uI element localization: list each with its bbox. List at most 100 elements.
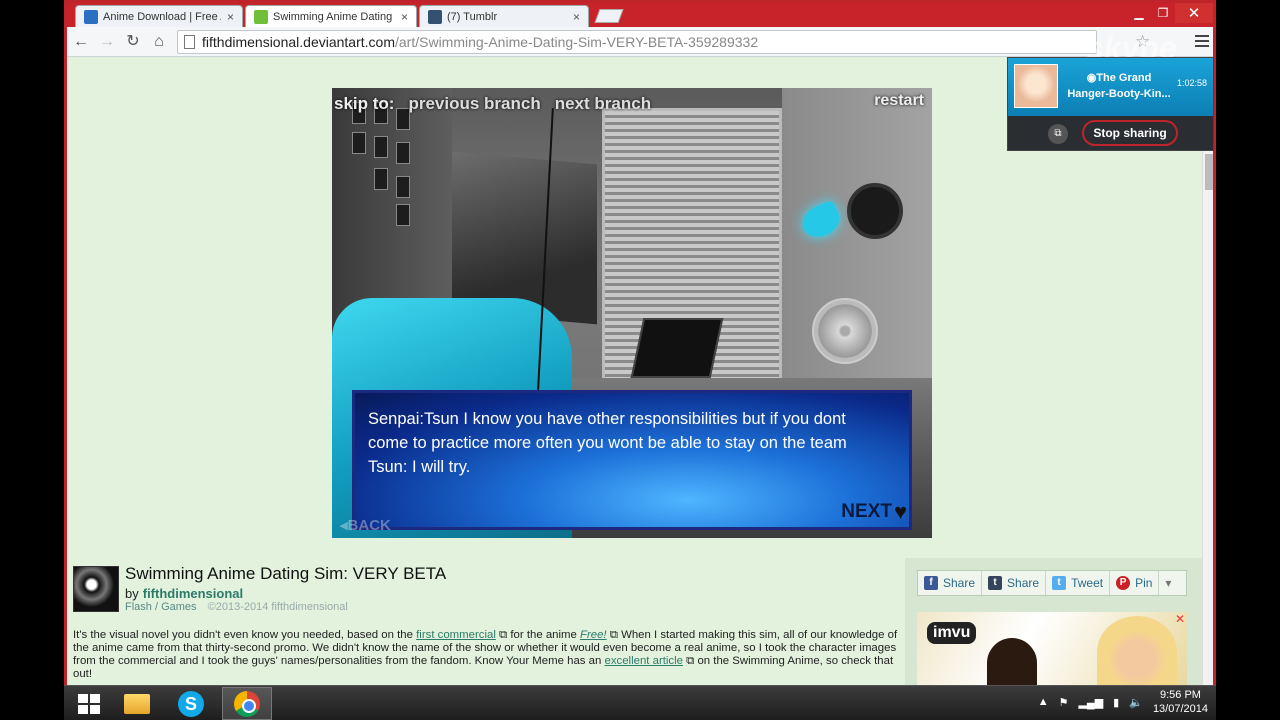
clock[interactable]: 9:56 PM 13/07/2014 <box>1153 688 1208 716</box>
skype-call-header: ◉The Grand Hanger-Booty-Kin... 1:02:58 <box>1008 58 1213 116</box>
ad-close-icon[interactable]: ✕ <box>1175 612 1185 626</box>
chrome-icon <box>234 690 260 717</box>
contact-status-icon: ◉ <box>1086 72 1097 84</box>
scene-photo <box>396 176 410 198</box>
skype-icon: S <box>178 690 204 717</box>
back-button[interactable]: ◂BACK <box>340 516 391 534</box>
byline: by fifthdimensional <box>125 586 243 601</box>
page-content: skip to: previous branch next branch resta… <box>67 58 1202 688</box>
tray-expand-icon[interactable]: ▲ <box>1038 696 1049 708</box>
tab-close-icon[interactable]: × <box>401 10 408 24</box>
author-link[interactable]: fifthdimensional <box>143 586 243 601</box>
facebook-share-button[interactable]: f Share <box>918 571 983 595</box>
desc-text: It's the visual novel you didn't even kn… <box>73 629 417 641</box>
screen-share-icon[interactable]: ⧉ <box>1048 124 1068 144</box>
category-games-link[interactable]: Games <box>161 601 196 613</box>
tumblr-share-button[interactable]: t Share <box>982 571 1047 595</box>
dialog-line: Senpai:Tsun I know you have other respon… <box>368 410 846 428</box>
new-tab-button[interactable] <box>594 9 624 23</box>
minimize-icon[interactable]: ▁ <box>1127 3 1151 23</box>
url-path: /art/Swimming-Anime-Dating-Sim-VERY-BETA… <box>395 34 759 50</box>
next-button[interactable]: NEXT ♥ <box>841 499 907 525</box>
tab-tumblr[interactable]: (7) Tumblr × <box>419 5 589 27</box>
menu-icon[interactable] <box>1195 35 1209 50</box>
address-bar[interactable]: fifthdimensional.deviantart.com/art/Swim… <box>177 30 1097 54</box>
taskbar-chrome[interactable] <box>222 687 272 720</box>
scene-fan <box>812 298 878 364</box>
pinterest-icon: P <box>1116 576 1131 590</box>
external-link-icon: ⧉ <box>683 655 695 667</box>
description: It's the visual novel you didn't even kn… <box>73 629 901 681</box>
tweet-button[interactable]: t Tweet <box>1046 571 1111 595</box>
first-commercial-link[interactable]: first commercial <box>416 629 496 641</box>
home-icon[interactable]: ⌂ <box>149 32 169 52</box>
share-more-dropdown[interactable]: ▾ <box>1159 571 1177 595</box>
action-center-icon[interactable]: ⚑ <box>1059 696 1069 709</box>
heart-icon: ♥ <box>893 499 907 524</box>
reload-icon[interactable]: ↻ <box>123 32 143 52</box>
close-window-icon[interactable]: ✕ <box>1175 3 1213 23</box>
tab-anime-download[interactable]: Anime Download | Free Ar × <box>75 5 243 27</box>
back-arrow-icon[interactable]: ← <box>71 32 91 52</box>
scene-photo <box>396 142 410 164</box>
ad-character <box>1097 616 1177 688</box>
tab-label: Anime Download | Free Ar <box>103 10 221 23</box>
copyright-text: ©2013-2014 fifthdimensional <box>207 601 348 613</box>
share-label: Tweet <box>1071 576 1104 590</box>
taskbar-skype[interactable]: S <box>166 687 216 720</box>
power-icon[interactable]: ▮ <box>1113 696 1119 709</box>
category-path: Flash / Games ©2013-2014 fifthdimensiona… <box>125 601 348 613</box>
twitter-icon: t <box>1052 576 1067 590</box>
scene-photo <box>374 136 388 158</box>
restore-icon[interactable]: ❐ <box>1151 3 1175 23</box>
previous-branch-link[interactable]: previous branch <box>408 94 540 113</box>
clock-date: 13/07/2014 <box>1152 703 1208 715</box>
by-label: by <box>125 586 139 601</box>
taskbar: S ▲ ⚑ ▂▄▆ ▮ 🔈 9:56 PM 13/07/2014 <box>64 685 1216 720</box>
advertisement[interactable]: imvu ✕ <box>917 612 1187 688</box>
external-link-icon: ⧉ <box>606 629 618 641</box>
scene-photo <box>352 132 366 154</box>
free-link[interactable]: Free! <box>580 629 607 641</box>
back-arrow-icon: ◂ <box>340 517 348 534</box>
dialog-box: Senpai:Tsun I know you have other respon… <box>352 390 912 530</box>
game-flash[interactable]: skip to: previous branch next branch resta… <box>332 88 932 538</box>
scrollbar-thumb[interactable] <box>1205 154 1213 190</box>
share-label: Share <box>1007 576 1040 590</box>
tab-favicon-icon <box>428 9 442 24</box>
url-host: fifthdimensional.deviantart.com <box>202 34 395 50</box>
dialog-line: come to practice more often you wont be … <box>368 434 847 452</box>
taskbar-explorer[interactable] <box>112 687 162 720</box>
tab-close-icon[interactable]: × <box>227 10 234 24</box>
page-title: Swimming Anime Dating Sim: VERY BETA <box>125 564 447 583</box>
stop-sharing-button[interactable]: Stop sharing <box>1082 120 1178 146</box>
tab-label: Swimming Anime Dating <box>273 10 393 23</box>
excellent-article-link[interactable]: excellent article <box>604 655 683 667</box>
author-avatar[interactable] <box>73 566 119 612</box>
scene-wall-right <box>782 88 932 428</box>
volume-icon[interactable]: 🔈 <box>1129 696 1143 709</box>
skip-nav: skip to: previous branch next branch <box>334 94 665 114</box>
dialog-text: Senpai:Tsun I know you have other respon… <box>368 407 898 479</box>
restart-button[interactable]: restart <box>874 92 924 110</box>
category-flash-link[interactable]: Flash <box>125 601 152 613</box>
scene-photo <box>374 168 388 190</box>
tumblr-icon: t <box>988 576 1003 590</box>
forward-arrow-icon[interactable]: → <box>97 32 117 52</box>
skype-call-overlay: ◉The Grand Hanger-Booty-Kin... 1:02:58 ⧉… <box>1007 57 1214 151</box>
tab-swimming-anime[interactable]: Swimming Anime Dating × <box>245 5 417 27</box>
desc-text: for the anime <box>507 629 581 641</box>
contact-name: ◉The Grand Hanger-Booty-Kin... <box>1066 70 1172 102</box>
windows-start-icon[interactable] <box>78 694 100 714</box>
page-scrollbar[interactable] <box>1202 58 1213 688</box>
network-icon[interactable]: ▂▄▆ <box>1078 696 1103 709</box>
next-branch-link[interactable]: next branch <box>555 94 651 113</box>
folder-icon <box>124 693 150 714</box>
external-link-icon: ⧉ <box>495 629 508 641</box>
chevron-down-icon: ▾ <box>1165 576 1172 590</box>
back-label: BACK <box>347 517 391 534</box>
skip-label: skip to: <box>334 94 395 113</box>
tab-close-icon[interactable]: × <box>573 10 580 24</box>
pin-button[interactable]: P Pin <box>1110 571 1160 595</box>
clock-time: 9:56 PM <box>1159 689 1201 701</box>
